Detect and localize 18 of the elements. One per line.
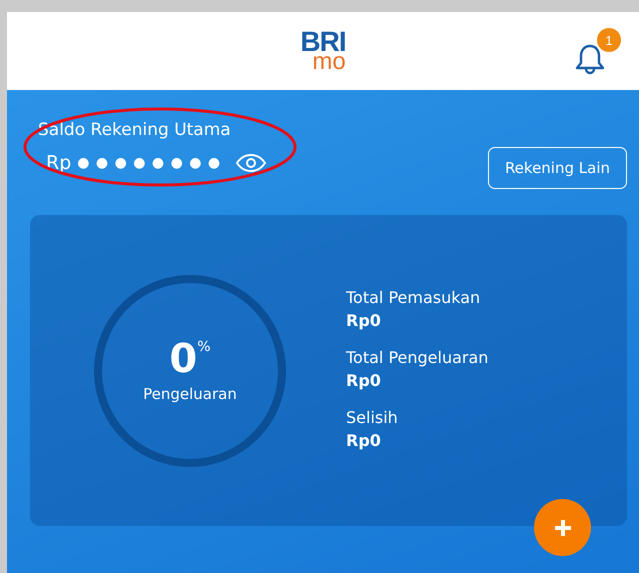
percent-label: Pengeluaran <box>143 384 237 402</box>
notification-button[interactable]: 1 <box>575 28 621 76</box>
summary-label: Total Pengeluaran <box>346 348 488 366</box>
plus-icon <box>552 518 572 538</box>
bell-icon <box>575 42 605 76</box>
summary-label: Total Pemasukan <box>346 288 482 306</box>
percent-sign: % <box>197 338 211 354</box>
percent-value: 0 <box>169 338 198 378</box>
summary-label: Selisih <box>346 408 399 426</box>
currency-label: Rp <box>46 152 72 174</box>
other-accounts-button[interactable]: Rekening Lain <box>488 147 627 189</box>
summary-value: Rp0 <box>346 370 382 390</box>
summary-value: Rp0 <box>346 310 382 330</box>
summary-value: Rp0 <box>346 430 382 450</box>
masked-balance: ● ● ● ● ● ● ● ● <box>77 155 222 171</box>
notification-badge: 1 <box>597 28 621 52</box>
balance-title: Saldo Rekening Utama <box>38 120 232 140</box>
eye-icon[interactable] <box>235 154 268 172</box>
